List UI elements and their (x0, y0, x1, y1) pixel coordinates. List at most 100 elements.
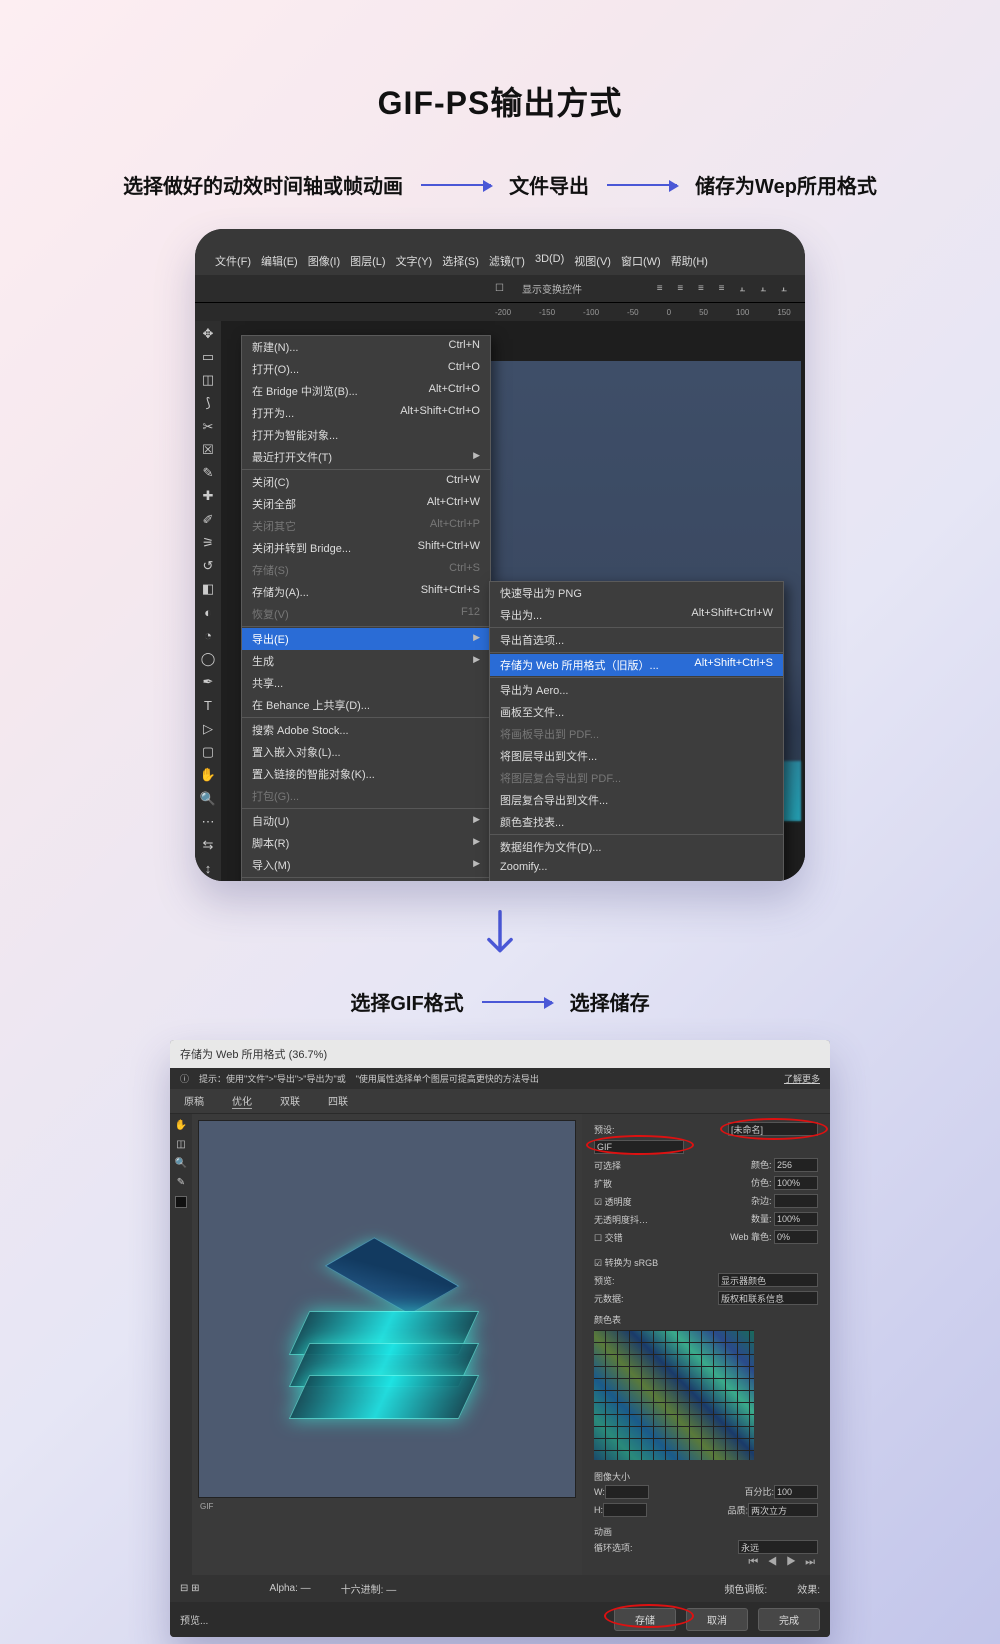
preview-select[interactable] (718, 1273, 818, 1287)
metadata-select[interactable] (718, 1291, 818, 1305)
stamp-tool-icon[interactable]: ⚞ (199, 534, 217, 551)
menuitem[interactable]: 自动(U) (242, 810, 490, 832)
submenuitem[interactable]: 快速导出为 PNG (490, 582, 783, 604)
tab-original[interactable]: 原稿 (184, 1093, 204, 1109)
menu-type[interactable]: 文字(Y) (396, 253, 433, 269)
menu-image[interactable]: 图像(I) (308, 253, 340, 269)
menu-file[interactable]: 文件(F) (215, 253, 251, 269)
menuitem[interactable]: 关闭并转到 Bridge...Shift+Ctrl+W (242, 537, 490, 559)
submenuitem[interactable]: 导出首选项... (490, 629, 783, 651)
menuitem[interactable]: 导出(E) (242, 628, 490, 650)
submenuitem[interactable]: 路径到 Illustrator... (490, 876, 783, 881)
submenuitem[interactable]: Zoomify... (490, 858, 783, 876)
submenuitem[interactable]: 存储为 Web 所用格式（旧版）...Alt+Shift+Ctrl+S (490, 654, 783, 676)
menuitem[interactable]: 关闭其它Alt+Ctrl+P (242, 515, 490, 537)
loop-select[interactable] (738, 1540, 818, 1554)
zoom-tool-icon[interactable]: 🔍 (199, 790, 217, 807)
menuitem[interactable]: 在 Behance 上共享(D)... (242, 694, 490, 716)
menu-edit[interactable]: 编辑(E) (261, 253, 298, 269)
menuitem[interactable]: 置入链接的智能对象(K)... (242, 763, 490, 785)
menuitem[interactable]: 打开为...Alt+Shift+Ctrl+O (242, 402, 490, 424)
tab-optimized[interactable]: 优化 (232, 1093, 252, 1109)
submenuitem[interactable]: 图层复合导出到文件... (490, 789, 783, 811)
playback-controls[interactable]: ⏮ ◀ ▶ ⏭ (594, 1556, 818, 1569)
menuitem[interactable]: 打包(G)... (242, 785, 490, 807)
percent-input[interactable] (774, 1485, 818, 1499)
submenuitem[interactable]: 将画板导出到 PDF... (490, 723, 783, 745)
transparency-checkbox[interactable]: 透明度 (605, 1197, 632, 1207)
menu-window[interactable]: 窗口(W) (621, 253, 661, 269)
shape-tool-icon[interactable]: ▢ (199, 744, 217, 761)
blur-tool-icon[interactable]: ◔ (199, 627, 217, 644)
menu-help[interactable]: 帮助(H) (671, 253, 708, 269)
websnap-input[interactable] (774, 1230, 818, 1244)
interlaced-checkbox[interactable]: 交错 (605, 1233, 623, 1243)
width-input[interactable] (605, 1485, 649, 1499)
hand-tool-icon[interactable]: ✋ (199, 767, 217, 784)
menuitem[interactable]: 关闭(C)Ctrl+W (242, 471, 490, 493)
swap-colors-icon[interactable]: ↕ (199, 860, 217, 877)
zoom-icon[interactable]: 🔍 (175, 1158, 187, 1169)
slice-icon[interactable]: ◫ (176, 1139, 185, 1150)
submenuitem[interactable]: 将图层导出到文件... (490, 745, 783, 767)
artboard-tool-icon[interactable]: ▭ (199, 348, 217, 365)
preview-button[interactable]: 预览... (180, 1612, 208, 1627)
gradient-tool-icon[interactable]: ◐ (199, 604, 217, 621)
menuitem[interactable]: 文件简介(F)...Alt+Shift+Ctrl+I (242, 879, 490, 881)
history-brush-icon[interactable]: ↺ (199, 558, 217, 575)
submenuitem[interactable]: 导出为 Aero... (490, 679, 783, 701)
menuitem[interactable]: 存储为(A)...Shift+Ctrl+S (242, 581, 490, 603)
amount-input[interactable] (774, 1212, 818, 1226)
submenuitem[interactable]: 导出为...Alt+Shift+Ctrl+W (490, 604, 783, 626)
menuitem[interactable]: 导入(M) (242, 854, 490, 876)
menuitem[interactable]: 新建(N)...Ctrl+N (242, 336, 490, 358)
learn-more-link[interactable]: 了解更多 (784, 1072, 820, 1085)
hand-icon[interactable]: ✋ (175, 1120, 187, 1131)
file-dropdown[interactable]: 新建(N)...Ctrl+N打开(O)...Ctrl+O在 Bridge 中浏览… (241, 335, 491, 881)
submenuitem[interactable]: 颜色查找表... (490, 811, 783, 833)
menuitem[interactable]: 生成 (242, 650, 490, 672)
tab-4up[interactable]: 四联 (328, 1093, 348, 1109)
menu-select[interactable]: 选择(S) (442, 253, 479, 269)
quality-select[interactable] (748, 1503, 818, 1517)
menuitem[interactable]: 恢复(V)F12 (242, 603, 490, 625)
matte-input[interactable] (774, 1194, 818, 1208)
menu-filter[interactable]: 滤镜(T) (489, 253, 525, 269)
dither-input[interactable] (774, 1176, 818, 1190)
menuitem[interactable]: 最近打开文件(T) (242, 446, 490, 468)
menu-layer[interactable]: 图层(L) (350, 253, 385, 269)
menuitem[interactable]: 在 Bridge 中浏览(B)...Alt+Ctrl+O (242, 380, 490, 402)
lasso-tool-icon[interactable]: ⟆ (199, 395, 217, 412)
ps-menu-bar[interactable]: 文件(F) 编辑(E) 图像(I) 图层(L) 文字(Y) 选择(S) 滤镜(T… (195, 249, 805, 275)
type-tool-icon[interactable]: T (199, 697, 217, 714)
more-tools-icon[interactable]: ⋯ (199, 813, 217, 830)
color-swatch-icon[interactable] (175, 1196, 187, 1208)
export-submenu[interactable]: 快速导出为 PNG导出为...Alt+Shift+Ctrl+W 导出首选项... 存… (489, 581, 784, 881)
dialog-toolbar[interactable]: ✋ ◫ 🔍 ✎ (170, 1114, 192, 1575)
marquee-tool-icon[interactable]: ◫ (199, 372, 217, 389)
move-tool-icon[interactable]: ✥ (199, 325, 217, 342)
colors-input[interactable] (774, 1158, 818, 1172)
menuitem[interactable]: 打开(O)...Ctrl+O (242, 358, 490, 380)
height-input[interactable] (603, 1503, 647, 1517)
menu-view[interactable]: 视图(V) (574, 253, 611, 269)
frame-tool-icon[interactable]: ☒ (199, 441, 217, 458)
color-table[interactable] (594, 1330, 754, 1460)
menuitem[interactable]: 关闭全部Alt+Ctrl+W (242, 493, 490, 515)
path-select-icon[interactable]: ▷ (199, 720, 217, 737)
submenuitem[interactable]: 将图层复合导出到 PDF... (490, 767, 783, 789)
menuitem[interactable]: 打开为智能对象... (242, 424, 490, 446)
menuitem[interactable]: 共享... (242, 672, 490, 694)
heal-tool-icon[interactable]: ✚ (199, 488, 217, 505)
edit-toolbar-icon[interactable]: ⇆ (199, 837, 217, 854)
crop-tool-icon[interactable]: ✂ (199, 418, 217, 435)
menu-3d[interactable]: 3D(D) (535, 253, 564, 269)
cancel-button[interactable]: 取消 (686, 1608, 748, 1631)
brush-tool-icon[interactable]: ✐ (199, 511, 217, 528)
submenuitem[interactable]: 画板至文件... (490, 701, 783, 723)
eraser-tool-icon[interactable]: ◧ (199, 581, 217, 598)
menuitem[interactable]: 脚本(R) (242, 832, 490, 854)
dialog-tabs[interactable]: 原稿 优化 双联 四联 (170, 1089, 830, 1114)
eyedropper-icon[interactable]: ✎ (177, 1177, 185, 1188)
tab-2up[interactable]: 双联 (280, 1093, 300, 1109)
